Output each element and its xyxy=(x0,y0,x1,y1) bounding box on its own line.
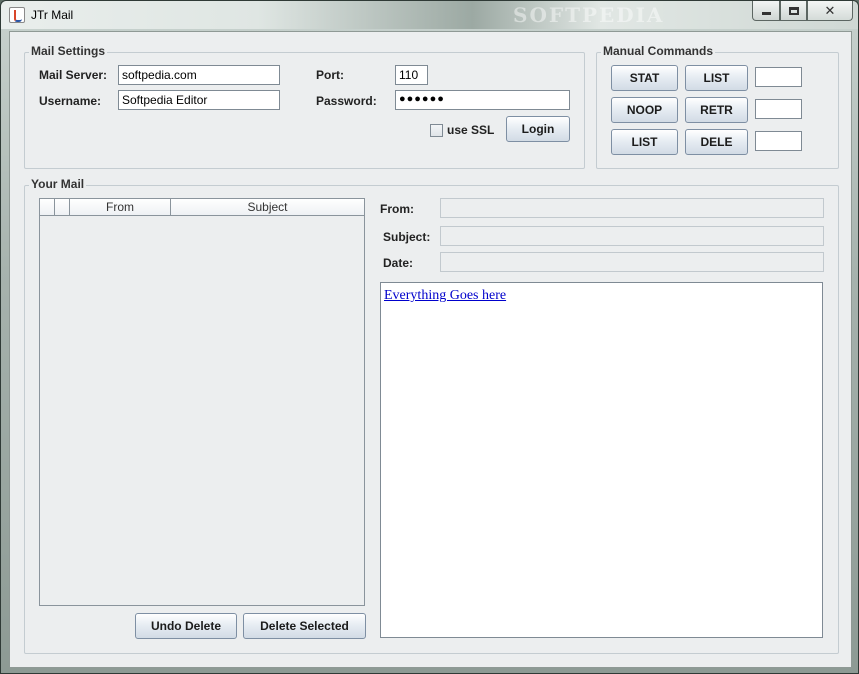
column-header-select[interactable] xyxy=(40,199,55,216)
noop-button[interactable]: NOOP xyxy=(611,97,678,123)
password-field[interactable]: ●●●●●● xyxy=(395,90,570,110)
from-label: From: xyxy=(380,202,414,216)
mail-server-label: Mail Server: xyxy=(39,68,108,82)
date-label: Date: xyxy=(383,256,414,270)
list-button-2[interactable]: LIST xyxy=(611,129,678,155)
your-mail-title: Your Mail xyxy=(29,177,87,191)
table-header: From Subject xyxy=(40,199,364,216)
from-field xyxy=(440,198,824,218)
close-button[interactable]: ✕ xyxy=(807,1,853,21)
minimize-button[interactable] xyxy=(752,1,780,21)
watermark: SOFTPEDIA xyxy=(513,3,665,27)
command-arg-field-2[interactable] xyxy=(755,99,802,119)
subject-field xyxy=(440,226,824,246)
message-link[interactable]: Everything Goes here xyxy=(384,288,506,303)
mail-server-field[interactable]: softpedia.com xyxy=(118,65,280,85)
date-field xyxy=(440,252,824,272)
minimize-icon xyxy=(761,12,771,15)
mail-settings-title: Mail Settings xyxy=(29,44,108,58)
column-header-subject[interactable]: Subject xyxy=(171,199,364,216)
column-header-flag[interactable] xyxy=(55,199,70,216)
retr-button[interactable]: RETR xyxy=(685,97,748,123)
command-arg-field-3[interactable] xyxy=(755,131,802,151)
dele-button[interactable]: DELE xyxy=(685,129,748,155)
maximize-button[interactable] xyxy=(780,1,807,21)
username-field[interactable]: Softpedia Editor xyxy=(118,90,280,110)
undo-delete-button[interactable]: Undo Delete xyxy=(135,613,237,639)
title-bar[interactable]: JTr Mail SOFTPEDIA ✕ xyxy=(1,1,858,29)
delete-selected-button[interactable]: Delete Selected xyxy=(243,613,366,639)
maximize-icon xyxy=(788,6,799,15)
stat-button[interactable]: STAT xyxy=(611,65,678,91)
client-area: Mail Settings Mail Server: softpedia.com… xyxy=(9,31,852,668)
login-button[interactable]: Login xyxy=(506,116,570,142)
close-icon: ✕ xyxy=(824,3,836,18)
manual-commands-title: Manual Commands xyxy=(601,44,716,58)
message-body[interactable]: Everything Goes here xyxy=(380,282,823,638)
use-ssl-label: use SSL xyxy=(447,123,495,137)
password-label: Password: xyxy=(316,94,377,108)
use-ssl-checkbox[interactable] xyxy=(430,124,443,137)
subject-label: Subject: xyxy=(383,230,431,244)
port-label: Port: xyxy=(316,68,344,82)
mail-settings-group: Mail Settings xyxy=(24,44,585,169)
column-header-from[interactable]: From xyxy=(70,199,171,216)
mail-table[interactable]: From Subject xyxy=(39,198,365,606)
username-label: Username: xyxy=(39,94,102,108)
command-arg-field-1[interactable] xyxy=(755,67,802,87)
app-window: JTr Mail SOFTPEDIA ✕ Mail Settings Mail … xyxy=(0,0,859,674)
port-field[interactable]: 110 xyxy=(395,65,428,85)
java-cup-icon[interactable] xyxy=(9,7,25,23)
window-title: JTr Mail xyxy=(31,8,74,22)
list-button[interactable]: LIST xyxy=(685,65,748,91)
